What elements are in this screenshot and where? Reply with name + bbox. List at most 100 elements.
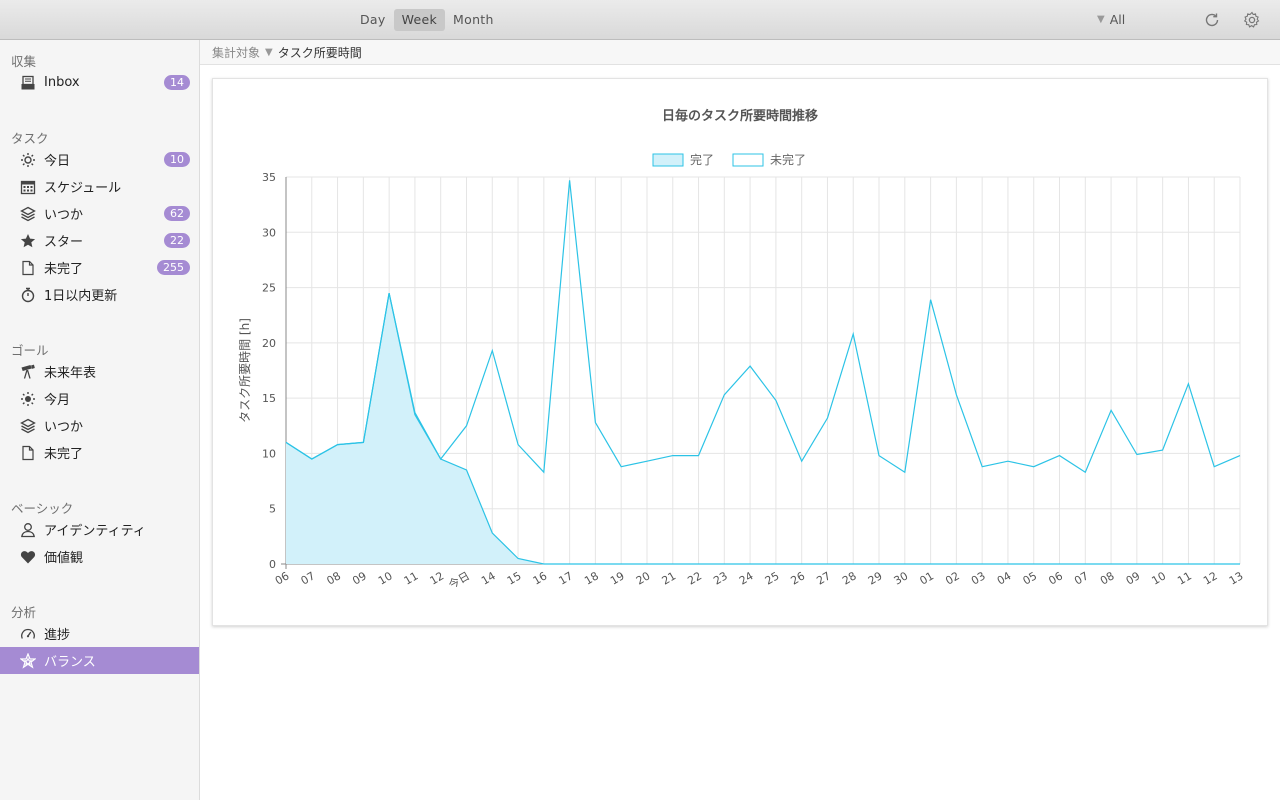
y-tick-label: 35 xyxy=(262,171,276,184)
x-tick-label: 10 xyxy=(376,569,395,587)
section-title-goals: ゴール xyxy=(11,343,49,358)
x-tick-label: 12 xyxy=(428,569,447,587)
sidebar: 収集 Inbox 14 タスク 今日 10 スケジュール いつか 62 スター … xyxy=(0,40,200,800)
x-tick-label: 02 xyxy=(943,569,962,587)
triangle-down-icon[interactable]: ▼ xyxy=(265,47,273,58)
x-tick-label: 26 xyxy=(789,569,808,587)
sidebar-item-star[interactable]: スター 22 xyxy=(0,227,199,254)
sidebar-item-this-month[interactable]: 今月 xyxy=(0,385,199,412)
x-tick-label: 21 xyxy=(660,569,679,587)
star-icon xyxy=(20,233,36,249)
x-tick-label: 11 xyxy=(402,569,421,587)
sidebar-item-schedule[interactable]: スケジュール xyxy=(0,173,199,200)
sun-icon xyxy=(20,391,36,407)
x-tick-label: 05 xyxy=(1021,569,1040,587)
x-tick-label: 20 xyxy=(634,569,653,587)
period-day-button[interactable]: Day xyxy=(352,9,394,31)
sidebar-item-label: バランス xyxy=(44,655,96,670)
x-tick-label: 15 xyxy=(505,569,524,587)
sidebar-item-values[interactable]: 価値観 xyxy=(0,543,199,570)
sidebar-item-goal-someday[interactable]: いつか xyxy=(0,412,199,439)
x-tick-label: 13 xyxy=(1227,569,1246,587)
filter-dropdown[interactable]: ▼ All xyxy=(1097,9,1125,31)
y-axis-label: タスク所要時間 [h] xyxy=(238,318,252,423)
x-tick-label: 12 xyxy=(1201,569,1220,587)
y-tick-label: 0 xyxy=(269,558,276,571)
series-area-0 xyxy=(286,293,1240,564)
x-tick-label: 17 xyxy=(556,569,575,587)
sidebar-item-today[interactable]: 今日 10 xyxy=(0,146,199,173)
y-tick-label: 20 xyxy=(262,337,276,350)
sidebar-item-label: いつか xyxy=(44,208,84,223)
legend-label-1: 未完了 xyxy=(770,152,806,167)
y-tick-label: 10 xyxy=(262,447,276,460)
sidebar-item-balance[interactable]: バランス xyxy=(0,647,199,674)
sidebar-item-label: スケジュール xyxy=(44,181,122,196)
sidebar-item-label: 今月 xyxy=(44,393,71,408)
period-month-button[interactable]: Month xyxy=(445,9,502,31)
toolbar: Day Week Month ▼ All xyxy=(0,0,1280,40)
x-tick-label: 22 xyxy=(685,569,704,587)
x-tick-label: 07 xyxy=(299,569,318,587)
x-tick-label: 08 xyxy=(324,569,343,587)
period-week-button[interactable]: Week xyxy=(393,9,446,31)
x-tick-label: 10 xyxy=(1150,569,1169,587)
sidebar-item-incomplete[interactable]: 未完了 255 xyxy=(0,254,199,281)
x-tick-label: 03 xyxy=(969,569,988,587)
sidebar-item-inbox[interactable]: Inbox 14 xyxy=(0,69,199,96)
x-tick-label: 29 xyxy=(866,569,885,587)
sidebar-item-label: アイデンティティ xyxy=(44,524,146,539)
section-title-basic: ベーシック xyxy=(11,501,74,516)
section-title-collect: 収集 xyxy=(11,54,37,69)
sidebar-item-someday[interactable]: いつか 62 xyxy=(0,200,199,227)
sidebar-item-label: 1日以内更新 xyxy=(44,289,118,304)
sidebar-item-label: 今日 xyxy=(44,154,71,169)
calendar-icon xyxy=(20,179,36,195)
document-icon xyxy=(20,445,36,461)
x-tick-label: 04 xyxy=(995,569,1014,587)
legend-label-0: 完了 xyxy=(690,152,714,167)
x-tick-label: 19 xyxy=(608,569,627,587)
telescope-icon xyxy=(20,364,36,380)
y-tick-label: 25 xyxy=(262,282,276,295)
layers-icon xyxy=(20,418,36,434)
breadcrumb-value[interactable]: タスク所要時間 xyxy=(278,44,362,61)
radar-icon xyxy=(20,652,36,669)
gear-icon[interactable] xyxy=(1242,10,1262,30)
x-tick-label: 16 xyxy=(531,569,550,587)
sidebar-item-label: 価値観 xyxy=(44,551,84,566)
sidebar-item-updated-1day[interactable]: 1日以内更新 xyxy=(0,281,199,308)
inbox-icon xyxy=(20,75,36,91)
x-tick-label: 09 xyxy=(350,569,369,587)
sidebar-item-label: 未来年表 xyxy=(44,366,97,381)
legend-swatch-0 xyxy=(652,153,684,167)
layers-icon xyxy=(20,206,36,222)
count-badge: 62 xyxy=(164,206,190,221)
filter-label: All xyxy=(1109,12,1126,27)
sidebar-item-label: いつか xyxy=(44,420,84,435)
x-tick-label: 23 xyxy=(711,569,730,587)
y-tick-label: 15 xyxy=(262,392,276,405)
sidebar-item-identity[interactable]: アイデンティティ xyxy=(0,516,199,543)
document-icon xyxy=(20,260,36,276)
heart-icon xyxy=(20,549,36,565)
x-tick-label: 30 xyxy=(892,569,911,587)
sidebar-item-progress[interactable]: 進捗 xyxy=(0,620,199,647)
count-badge: 255 xyxy=(157,260,190,275)
refresh-icon[interactable] xyxy=(1202,10,1222,30)
person-icon xyxy=(20,522,36,538)
x-tick-label: 11 xyxy=(1175,569,1194,587)
x-tick-label: 06 xyxy=(273,569,292,587)
x-tick-label: 06 xyxy=(1046,569,1065,587)
sidebar-item-label: 進捗 xyxy=(44,628,71,643)
breadcrumb-label: 集計対象 xyxy=(212,45,261,60)
x-tick-label: 08 xyxy=(1098,569,1117,587)
x-tick-label: 01 xyxy=(917,569,936,587)
sidebar-item-label: 未完了 xyxy=(44,447,84,462)
sidebar-item-future-timeline[interactable]: 未来年表 xyxy=(0,358,199,385)
sidebar-item-goal-incomplete[interactable]: 未完了 xyxy=(0,439,199,466)
count-badge: 10 xyxy=(164,152,190,167)
legend-swatch-1 xyxy=(732,153,764,167)
count-badge: 22 xyxy=(164,233,190,248)
x-tick-label: 27 xyxy=(814,569,833,587)
